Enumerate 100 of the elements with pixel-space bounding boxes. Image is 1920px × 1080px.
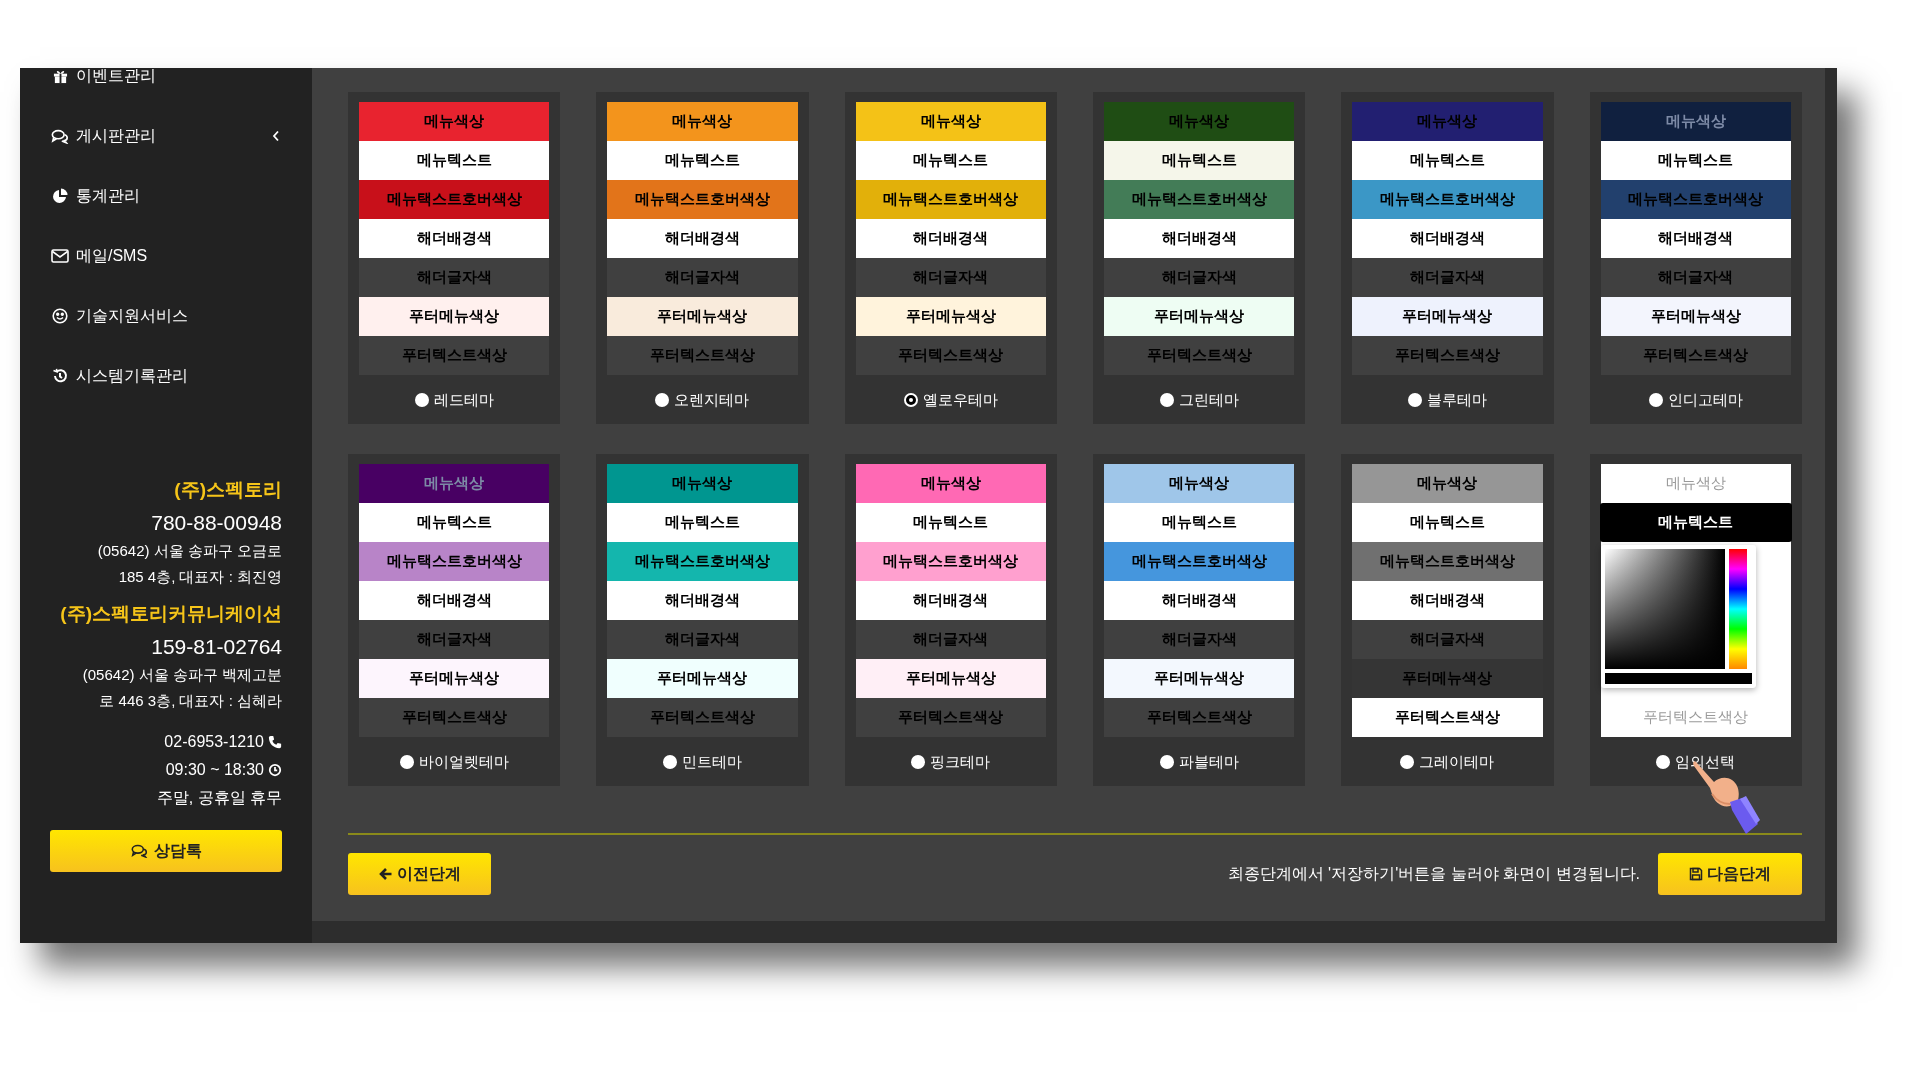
- color-swatch: 메뉴텍스트: [1104, 503, 1295, 542]
- radio-button[interactable]: [1656, 755, 1671, 770]
- saturation-field[interactable]: [1604, 549, 1725, 669]
- color-swatch: 푸터텍스트색상: [1352, 336, 1543, 375]
- radio-button[interactable]: [911, 755, 926, 770]
- theme-name[interactable]: 인디고테마: [1667, 389, 1743, 412]
- color-swatch: 해더배경색: [1104, 219, 1295, 258]
- color-swatch: 메뉴색상: [607, 102, 798, 141]
- radio-button[interactable]: [1400, 755, 1415, 770]
- color-swatch: 푸터메뉴색상: [855, 297, 1046, 336]
- theme-name[interactable]: 임의선택: [1675, 751, 1736, 774]
- color-swatch: 해더배경색: [1600, 219, 1791, 258]
- color-swatch: 해더글자색: [359, 258, 550, 297]
- color-swatch: 푸터텍스트색상: [1104, 336, 1295, 375]
- theme-name[interactable]: 그린테마: [1178, 389, 1239, 412]
- color-swatch: 해더배경색: [1352, 581, 1543, 620]
- consult-button[interactable]: 상담톡: [50, 830, 282, 872]
- radio-button[interactable]: [903, 393, 918, 408]
- color-swatch: 메뉴텍스트: [855, 141, 1046, 180]
- theme-name[interactable]: 핑크테마: [930, 751, 991, 774]
- color-swatch: 메뉴색상: [359, 464, 550, 503]
- theme-name[interactable]: 바이얼렛테마: [418, 751, 509, 774]
- radio-button[interactable]: [1159, 755, 1174, 770]
- sidebar-menu-item[interactable]: 시스템기록관리: [50, 346, 282, 406]
- address-text: (05642) 서울 송파구 백제고분: [82, 665, 282, 685]
- color-swatch: 메뉴색상: [1352, 102, 1543, 141]
- comments-icon: [50, 128, 70, 144]
- color-swatch: 메뉴색상: [1104, 464, 1295, 503]
- color-swatch: 해더글자색: [607, 258, 798, 297]
- theme-name[interactable]: 그레이테마: [1419, 751, 1495, 774]
- save-icon: [1689, 867, 1703, 881]
- color-swatch: 메뉴텍스트: [359, 503, 550, 542]
- color-swatch: 푸터메뉴색상: [1352, 297, 1543, 336]
- color-swatch: 해더배경색: [607, 581, 798, 620]
- closed-days-text: 주말, 공휴일 휴무: [156, 788, 282, 808]
- color-swatch: 메뉴텍스트: [855, 503, 1046, 542]
- theme-name[interactable]: 옐로우테마: [922, 389, 998, 412]
- envelope-icon: [50, 249, 70, 263]
- clock-icon: [268, 763, 282, 777]
- address-text: (05642) 서울 송파구 오금로: [97, 541, 282, 561]
- color-swatch: 메뉴택스트호버색상: [607, 180, 798, 219]
- color-swatch: 해더배경색: [359, 219, 550, 258]
- radio-button[interactable]: [414, 393, 429, 408]
- color-swatch: 메뉴택스트호버색상: [855, 180, 1046, 219]
- color-swatch: 해더배경색: [855, 219, 1046, 258]
- comments-icon: [130, 844, 148, 858]
- color-swatch: 메뉴텍스트: [1600, 141, 1791, 180]
- sidebar-menu-item[interactable]: 게시판관리: [50, 106, 282, 166]
- theme-name[interactable]: 블루테마: [1427, 389, 1487, 412]
- color-swatch: 푸터텍스트색상: [1600, 336, 1791, 375]
- color-swatch: 메뉴택스트호버색상: [1104, 542, 1295, 581]
- color-swatch: 메뉴텍스트: [607, 503, 798, 542]
- registration-number: 780-88-00948: [151, 510, 282, 536]
- color-swatch: 메뉴색상: [855, 102, 1046, 141]
- radio-button[interactable]: [655, 393, 670, 408]
- theme-name[interactable]: 오렌지테마: [674, 389, 750, 412]
- color-swatch: 해더글자색: [1104, 258, 1295, 297]
- previous-step-button[interactable]: 이전단계: [348, 853, 491, 895]
- color-swatch: 푸터메뉴색상: [1600, 297, 1791, 336]
- color-swatch: 해더배경색: [1352, 219, 1543, 258]
- radio-button[interactable]: [399, 755, 414, 770]
- address-text: 로 446 3층, 대표자 : 심혜라: [99, 691, 282, 711]
- color-swatch: 해더글자색: [855, 620, 1046, 659]
- color-swatch: 푸터메뉴색상: [607, 297, 798, 336]
- sidebar-menu-item[interactable]: 메일/SMS: [50, 226, 282, 286]
- sidebar-menu-item[interactable]: 통계관리: [50, 166, 282, 226]
- notice-text: 최종단계에서 '저장하기'버튼을 눌러야 화면이 변경됩니다.: [1227, 864, 1640, 884]
- color-swatch: 푸터텍스트색상: [359, 698, 550, 737]
- color-swatch: 푸터텍스트색상: [607, 336, 798, 375]
- color-swatch: 메뉴텍스트: [1352, 141, 1543, 180]
- color-swatch: 메뉴색상: [855, 464, 1046, 503]
- theme-name[interactable]: 민트테마: [682, 751, 742, 774]
- color-picker-popover[interactable]: [1600, 545, 1756, 688]
- theme-name[interactable]: 레드테마: [433, 389, 494, 412]
- color-swatch: 메뉴색상: [359, 102, 550, 141]
- theme-name[interactable]: 파블테마: [1178, 751, 1239, 774]
- color-picker-target[interactable]: 메뉴텍스트: [1599, 503, 1792, 542]
- color-swatch: 푸터텍스트색상: [1352, 698, 1543, 737]
- radio-button[interactable]: [1648, 393, 1663, 408]
- color-swatch: 푸터메뉴색상: [607, 659, 798, 698]
- sidebar-menu-item[interactable]: 기술지원서비스: [50, 286, 282, 346]
- company-name: (주)스펙토리커뮤니케이션: [60, 602, 282, 626]
- sidebar-menu-item[interactable]: 이벤트관리: [50, 46, 282, 106]
- color-swatch: 푸터텍스트색상: [855, 336, 1046, 375]
- next-step-button[interactable]: 다음단계: [1658, 853, 1802, 895]
- color-swatch: 푸터메뉴색상: [1104, 297, 1295, 336]
- color-swatch: 메뉴색상: [1104, 102, 1295, 141]
- color-swatch: 메뉴색상: [1600, 102, 1791, 141]
- color-swatch: 메뉴텍스트: [607, 141, 798, 180]
- phone-number: 02-6953-1210: [164, 732, 264, 752]
- radio-button[interactable]: [1159, 393, 1174, 408]
- color-swatch: 메뉴택스트호버색상: [1600, 180, 1791, 219]
- color-swatch: 푸터텍스트색상: [1104, 698, 1295, 737]
- radio-button[interactable]: [663, 755, 677, 770]
- business-hours: 09:30 ~ 18:30: [165, 760, 264, 780]
- color-swatch: 해더배경색: [607, 219, 798, 258]
- radio-button[interactable]: [1408, 393, 1422, 408]
- color-swatch: 메뉴택스트호버색상: [607, 542, 798, 581]
- color-swatch: 해더글자색: [1352, 620, 1543, 659]
- color-swatch: 푸터메뉴색상: [855, 659, 1046, 698]
